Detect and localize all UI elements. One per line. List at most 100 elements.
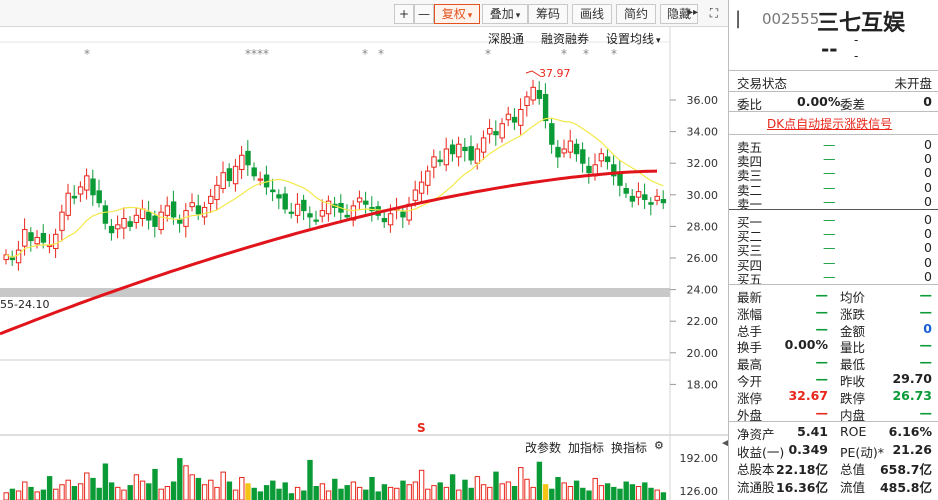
event-star-mark[interactable]: * [583, 47, 589, 61]
candle-up[interactable] [518, 108, 524, 126]
candle-up[interactable] [635, 191, 642, 198]
shengutong-link[interactable]: 深股通 [488, 30, 524, 48]
candle-up[interactable] [208, 195, 214, 204]
candle-down[interactable] [642, 194, 648, 201]
candle-up[interactable] [164, 205, 171, 216]
candle-up[interactable] [524, 96, 530, 107]
candle-up[interactable] [319, 210, 326, 217]
candle-down[interactable] [344, 214, 350, 218]
candle-up[interactable] [487, 127, 493, 135]
candle-up[interactable] [59, 211, 65, 231]
candle-down[interactable] [400, 211, 406, 218]
candle-down[interactable] [573, 143, 580, 155]
candle-up[interactable] [239, 154, 245, 171]
candle-up[interactable] [418, 181, 425, 194]
candle-down[interactable] [493, 131, 499, 136]
candle-up[interactable] [598, 153, 605, 162]
candle-up[interactable] [294, 203, 301, 216]
candle-up[interactable] [387, 213, 394, 226]
candle-down[interactable] [146, 211, 152, 221]
candle-up[interactable] [443, 148, 450, 166]
candle-down[interactable] [586, 165, 592, 174]
candle-down[interactable] [90, 178, 96, 196]
candle-up[interactable] [183, 210, 189, 227]
candle-up[interactable] [499, 123, 505, 139]
candle-down[interactable] [313, 219, 319, 222]
candle-up[interactable] [425, 170, 431, 186]
candle-up[interactable] [133, 214, 140, 223]
zoom-out-button[interactable]: — [414, 4, 434, 24]
chouma-button[interactable]: 筹码 [528, 4, 568, 24]
event-star-mark[interactable]: * [378, 47, 384, 61]
zoom-in-button[interactable]: + [394, 4, 414, 24]
candle-up[interactable] [214, 184, 220, 201]
candle-up[interactable] [65, 192, 71, 216]
candle-down[interactable] [9, 257, 16, 261]
candle-down[interactable] [555, 146, 561, 158]
rongzi-link[interactable]: 融资融券 [541, 30, 589, 48]
candle-down[interactable] [108, 225, 115, 234]
settings-gear-icon[interactable]: ⚙ [654, 439, 664, 457]
candle-down[interactable] [127, 221, 133, 227]
candle-down[interactable] [549, 123, 555, 145]
huanzhibiao-button[interactable]: 换指标 [611, 439, 647, 457]
huaxian-button[interactable]: 画线 [572, 4, 612, 24]
candle-down[interactable] [381, 218, 388, 223]
candle-up[interactable] [220, 172, 226, 189]
candle-up[interactable] [480, 137, 487, 153]
gaicanshu-button[interactable]: 改参数 [525, 439, 561, 457]
candle-up[interactable] [84, 175, 90, 191]
event-star-mark[interactable]: **** [245, 47, 269, 61]
candle-up[interactable] [505, 113, 512, 121]
candle-down[interactable] [270, 189, 276, 193]
candle-down[interactable] [251, 167, 257, 177]
candle-up[interactable] [53, 233, 59, 250]
diejia-button[interactable]: 叠加 ▾ [482, 4, 528, 24]
candle-up[interactable] [139, 208, 146, 220]
candle-down[interactable] [226, 168, 233, 182]
jianyue-button[interactable]: 简约 [616, 4, 656, 24]
candle-down[interactable] [71, 195, 78, 199]
candle-down[interactable] [462, 146, 468, 152]
candle-down[interactable] [542, 93, 549, 122]
candle-up[interactable] [412, 189, 419, 201]
candle-down[interactable] [511, 116, 518, 123]
candle-down[interactable] [301, 199, 307, 212]
candle-up[interactable] [15, 249, 22, 264]
dk-signal-link[interactable]: DK点自动提示涨跌信号 [767, 115, 892, 132]
candle-up[interactable] [201, 206, 208, 218]
candle-up[interactable] [257, 178, 264, 181]
kline-chart[interactable]: 36.00 34.00 32.00 30.00 28.00 26.00 24.00 22.00… [0, 27, 728, 500]
candle-up[interactable] [77, 186, 84, 195]
candle-up[interactable] [456, 143, 462, 158]
collapse-handle-icon[interactable]: | [735, 8, 741, 29]
candle-up[interactable] [115, 224, 121, 230]
candle-up[interactable] [356, 197, 363, 203]
candle-down[interactable] [604, 156, 611, 163]
candle-down[interactable] [40, 233, 47, 243]
candle-down[interactable] [170, 201, 177, 218]
event-star-mark[interactable]: * [362, 47, 368, 61]
candle-up[interactable] [34, 236, 40, 245]
candle-up[interactable] [189, 202, 195, 208]
candle-down[interactable] [623, 187, 629, 194]
jiazhibiao-button[interactable]: 加指标 [568, 439, 604, 457]
candle-up[interactable] [232, 165, 239, 185]
candle-down[interactable] [177, 219, 183, 224]
candle-down[interactable] [96, 190, 102, 204]
candle-up[interactable] [22, 229, 28, 247]
fuquan-button[interactable]: 复权 ▾ [434, 4, 480, 24]
candle-down[interactable] [468, 146, 474, 161]
candle-up[interactable] [561, 148, 567, 154]
candle-up[interactable] [474, 148, 481, 164]
candle-down[interactable] [536, 90, 543, 99]
candle-down[interactable] [195, 205, 202, 215]
candle-down[interactable] [648, 202, 654, 205]
candle-down[interactable] [307, 213, 313, 218]
candle-down[interactable] [437, 159, 443, 163]
candle-down[interactable] [152, 215, 158, 227]
event-star-mark[interactable]: * [84, 47, 90, 61]
event-star-mark[interactable]: * [561, 47, 567, 61]
candle-up[interactable] [158, 211, 164, 231]
candle-down[interactable] [629, 195, 636, 202]
